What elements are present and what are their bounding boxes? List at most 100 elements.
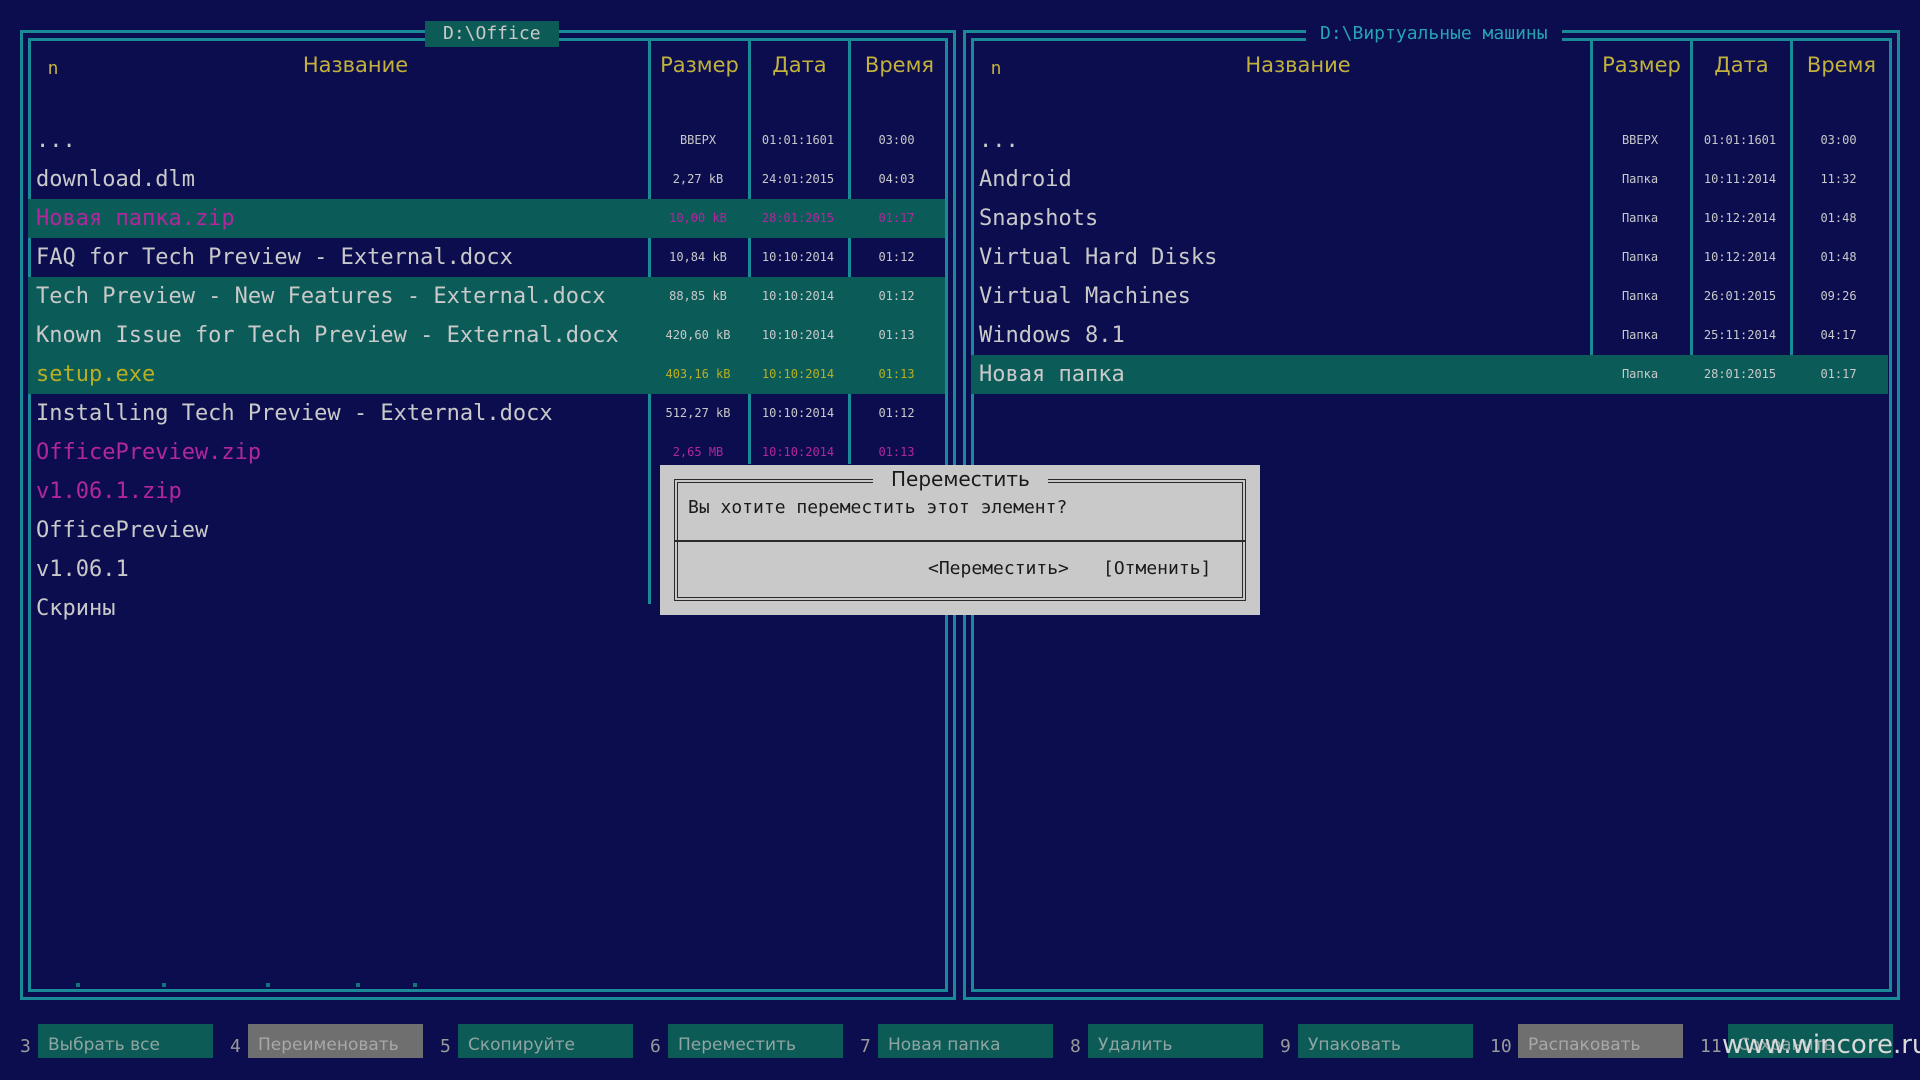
file-date: 26:01:2015 <box>1703 289 1777 303</box>
scroll-dot <box>76 983 80 987</box>
fkey-number: 9 <box>1280 1036 1291 1057</box>
fkey-number: 5 <box>440 1036 451 1057</box>
file-date: 01:01:1601 <box>761 133 835 147</box>
right-file-row[interactable]: Новая папка Папка 28:01:2015 01:17 <box>971 355 1888 394</box>
right-header-date[interactable]: Дата <box>1693 45 1790 85</box>
file-date: 28:01:2015 <box>761 211 835 225</box>
right-file-row[interactable]: Windows 8.1 Папка 25:11:2014 04:17 <box>971 316 1888 355</box>
left-file-row[interactable]: Known Issue for Tech Preview - External.… <box>28 316 945 355</box>
file-date: 10:12:2014 <box>1703 211 1777 225</box>
file-name: Virtual Hard Disks <box>979 245 1218 270</box>
left-file-row[interactable]: FAQ for Tech Preview - External.docx 10,8… <box>28 238 945 277</box>
file-size: 10,84 kB <box>669 250 727 264</box>
cancel-button[interactable]: [Отменить] <box>1103 558 1211 579</box>
scroll-dot <box>162 983 166 987</box>
file-time: 01:48 <box>1820 211 1857 225</box>
file-date: 10:10:2014 <box>761 328 835 342</box>
fkey-number: 4 <box>230 1036 241 1057</box>
fkey-number: 10 <box>1490 1036 1512 1057</box>
right-file-row[interactable]: Virtual Machines Папка 26:01:2015 09:26 <box>971 277 1888 316</box>
file-name: FAQ for Tech Preview - External.docx <box>36 245 513 270</box>
left-file-row[interactable]: ... ВВЕРХ 01:01:1601 03:00 <box>28 121 945 160</box>
file-size: 88,85 kB <box>669 289 727 303</box>
right-panel-path: D:\Виртуальные машины <box>1306 21 1562 47</box>
file-name: OfficePreview.zip <box>36 440 262 465</box>
right-header-n[interactable]: n <box>986 49 1006 89</box>
fkey-number: 11 <box>1700 1036 1722 1057</box>
left-file-row[interactable]: Новая папка.zip 10,00 kB 28:01:2015 01:17 <box>28 199 945 238</box>
left-header-date[interactable]: Дата <box>751 45 848 85</box>
file-name: v1.06.1.zip <box>36 479 182 504</box>
dialog-message: Вы хотите переместить этот элемент? <box>688 497 1068 518</box>
file-size: 420,60 kB <box>665 328 731 342</box>
file-date: 10:12:2014 <box>1703 250 1777 264</box>
file-date: 10:10:2014 <box>761 289 835 303</box>
left-file-row[interactable]: Tech Preview - New Features - External.d… <box>28 277 945 316</box>
file-name: Скрины <box>36 596 116 621</box>
file-size: Папка <box>1621 211 1659 225</box>
scroll-dot <box>413 983 417 987</box>
file-size: Папка <box>1621 250 1659 264</box>
file-date: 01:01:1601 <box>1703 133 1777 147</box>
scroll-dot <box>266 983 270 987</box>
file-size: Папка <box>1621 172 1659 186</box>
right-header-time[interactable]: Время <box>1793 45 1890 85</box>
file-time: 01:13 <box>878 367 915 381</box>
file-date: 10:10:2014 <box>761 367 835 381</box>
fkey-button-3[interactable]: Выбрать все <box>38 1024 213 1058</box>
left-file-row[interactable]: Installing Tech Preview - External.docx 5… <box>28 394 945 433</box>
right-file-row[interactable]: Virtual Hard Disks Папка 10:12:2014 01:48 <box>971 238 1888 277</box>
fkey-number: 3 <box>20 1036 31 1057</box>
file-time: 04:03 <box>878 172 915 186</box>
file-date: 28:01:2015 <box>1703 367 1777 381</box>
fkey-number: 8 <box>1070 1036 1081 1057</box>
file-manager-screen: D:\Office n Название Размер Дата Время .… <box>0 0 1920 1080</box>
file-time: 11:32 <box>1820 172 1857 186</box>
file-date: 24:01:2015 <box>761 172 835 186</box>
scroll-dot <box>356 983 360 987</box>
fkey-button-8[interactable]: Удалить <box>1088 1024 1263 1058</box>
left-file-row[interactable]: setup.exe 403,16 kB 10:10:2014 01:13 <box>28 355 945 394</box>
file-date: 10:10:2014 <box>761 406 835 420</box>
fkey-button-6[interactable]: Переместить <box>668 1024 843 1058</box>
file-size: Папка <box>1621 328 1659 342</box>
dialog-divider <box>674 540 1246 542</box>
file-name: Android <box>979 167 1072 192</box>
file-name: Virtual Machines <box>979 284 1191 309</box>
fkey-button-4[interactable]: Переименовать <box>248 1024 423 1058</box>
right-header-name[interactable]: Название <box>1006 45 1590 85</box>
file-size: Папка <box>1621 289 1659 303</box>
file-time: 01:12 <box>878 406 915 420</box>
file-name: setup.exe <box>36 362 156 387</box>
right-file-row[interactable]: Android Папка 10:11:2014 11:32 <box>971 160 1888 199</box>
fkey-number: 6 <box>650 1036 661 1057</box>
left-header-name[interactable]: Название <box>63 45 648 85</box>
right-file-row[interactable]: ... ВВЕРХ 01:01:1601 03:00 <box>971 121 1888 160</box>
file-name: Snapshots <box>979 206 1099 231</box>
file-time: 01:12 <box>878 250 915 264</box>
move-confirm-dialog: Переместить Вы хотите переместить этот э… <box>660 465 1260 615</box>
left-header-n[interactable]: n <box>43 49 63 89</box>
file-name: Windows 8.1 <box>979 323 1125 348</box>
file-size: ВВЕРХ <box>1621 133 1659 147</box>
file-date: 10:11:2014 <box>1703 172 1777 186</box>
fkey-button-9[interactable]: Упаковать <box>1298 1024 1473 1058</box>
file-size: Папка <box>1621 367 1659 381</box>
file-size: ВВЕРХ <box>679 133 717 147</box>
file-name: download.dlm <box>36 167 195 192</box>
file-name: OfficePreview <box>36 518 209 543</box>
move-confirm-button[interactable]: <Переместить> <box>928 558 1069 579</box>
file-time: 03:00 <box>878 133 915 147</box>
left-header-size[interactable]: Размер <box>651 45 748 85</box>
fkey-button-7[interactable]: Новая папка <box>878 1024 1053 1058</box>
fkey-number: 7 <box>860 1036 871 1057</box>
file-time: 03:00 <box>1820 133 1857 147</box>
file-name: ... <box>36 128 76 153</box>
fkey-button-5[interactable]: Скопируйте <box>458 1024 633 1058</box>
right-file-row[interactable]: Snapshots Папка 10:12:2014 01:48 <box>971 199 1888 238</box>
left-header-time[interactable]: Время <box>851 45 948 85</box>
left-file-row[interactable]: download.dlm 2,27 kB 24:01:2015 04:03 <box>28 160 945 199</box>
right-header-size[interactable]: Размер <box>1593 45 1690 85</box>
fkey-button-10[interactable]: Распаковать <box>1518 1024 1683 1058</box>
file-size: 403,16 kB <box>665 367 731 381</box>
